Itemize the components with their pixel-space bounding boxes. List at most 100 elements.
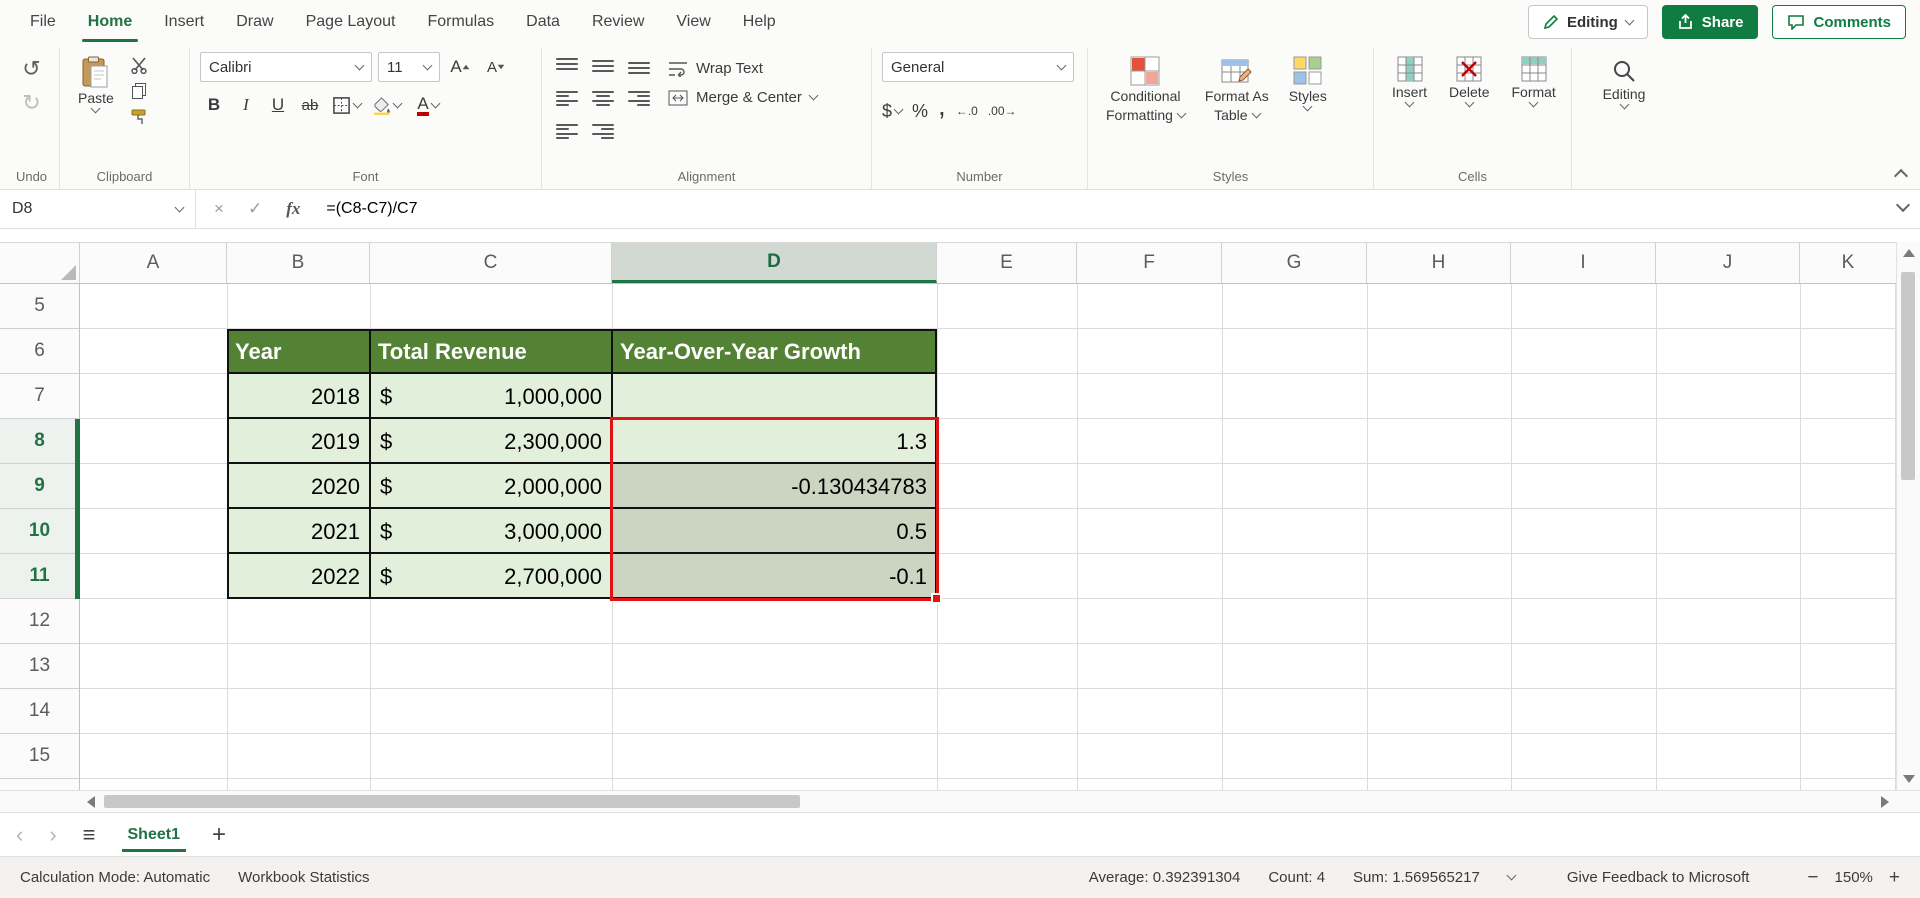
row-header-11[interactable]: 11 bbox=[0, 554, 79, 599]
cell-C8[interactable]: 2,300,000 bbox=[370, 419, 612, 464]
currency-format-button[interactable]: $ bbox=[882, 97, 904, 125]
cell-B6[interactable]: Year bbox=[227, 329, 370, 374]
cut-icon[interactable] bbox=[130, 56, 148, 74]
select-all-button[interactable] bbox=[0, 243, 80, 283]
row-header-13[interactable]: 13 bbox=[0, 644, 79, 689]
formula-input[interactable]: =(C8-C7)/C7 bbox=[326, 200, 417, 218]
wrap-text-button[interactable]: Wrap Text bbox=[668, 60, 817, 77]
insert-cells-button[interactable]: Insert bbox=[1384, 52, 1435, 163]
number-format-combo[interactable]: General bbox=[882, 52, 1074, 82]
bold-button[interactable]: B bbox=[200, 91, 228, 119]
align-top-button[interactable] bbox=[552, 52, 582, 79]
sheet-tab-sheet1[interactable]: Sheet1 bbox=[121, 813, 187, 856]
comments-button[interactable]: Comments bbox=[1772, 5, 1906, 39]
zoom-out-button[interactable]: − bbox=[1807, 867, 1818, 889]
fill-handle[interactable] bbox=[931, 593, 942, 604]
collapse-ribbon-icon[interactable] bbox=[1893, 168, 1909, 184]
decrease-indent-button[interactable] bbox=[552, 118, 582, 145]
cell-styles-button[interactable]: Styles bbox=[1281, 52, 1335, 163]
horizontal-scroll-thumb[interactable] bbox=[104, 795, 800, 808]
tab-page-layout[interactable]: Page Layout bbox=[290, 0, 412, 44]
row-header-14[interactable]: 14 bbox=[0, 689, 79, 734]
cell-C7[interactable]: 1,000,000 bbox=[370, 374, 612, 419]
cell-B8[interactable]: 2019 bbox=[227, 419, 370, 464]
col-header-C[interactable]: C bbox=[370, 243, 612, 283]
comma-format-button[interactable]: , bbox=[938, 92, 946, 130]
col-header-D[interactable]: D bbox=[612, 243, 937, 283]
increase-indent-button[interactable] bbox=[588, 118, 618, 145]
decrease-decimal-button[interactable]: .00→ bbox=[988, 97, 1017, 125]
cell-D6[interactable]: Year-Over-Year Growth bbox=[612, 329, 937, 374]
scroll-left-button[interactable] bbox=[80, 791, 102, 812]
status-options-chevron-icon[interactable] bbox=[1506, 870, 1517, 881]
cell-B9[interactable]: 2020 bbox=[227, 464, 370, 509]
next-sheet-icon[interactable]: › bbox=[49, 822, 56, 848]
format-as-table-button[interactable]: Format As Table bbox=[1197, 52, 1277, 163]
paste-button[interactable]: Paste bbox=[70, 52, 122, 163]
previous-sheet-icon[interactable]: ‹ bbox=[16, 822, 23, 848]
col-header-F[interactable]: F bbox=[1077, 243, 1222, 283]
borders-button[interactable] bbox=[328, 91, 364, 119]
sheet-grid[interactable]: Year Total Revenue Year-Over-Year Growth… bbox=[80, 284, 1896, 790]
percent-format-button[interactable]: % bbox=[912, 97, 928, 125]
row-header-15[interactable]: 15 bbox=[0, 734, 79, 779]
insert-function-icon[interactable]: fx bbox=[286, 199, 300, 219]
cell-C9[interactable]: 2,000,000 bbox=[370, 464, 612, 509]
align-bottom-button[interactable] bbox=[624, 52, 654, 79]
undo-icon[interactable]: ↺ bbox=[14, 52, 49, 86]
col-header-G[interactable]: G bbox=[1222, 243, 1367, 283]
tab-home[interactable]: Home bbox=[72, 0, 148, 44]
workbook-statistics[interactable]: Workbook Statistics bbox=[238, 869, 369, 886]
col-header-A[interactable]: A bbox=[80, 243, 227, 283]
vertical-scrollbar[interactable] bbox=[1896, 242, 1920, 790]
redo-icon[interactable]: ↻ bbox=[14, 86, 49, 120]
format-painter-icon[interactable] bbox=[130, 108, 148, 126]
increase-font-size-button[interactable]: A bbox=[446, 54, 476, 81]
row-header-10[interactable]: 10 bbox=[0, 509, 79, 554]
add-sheet-button[interactable]: + bbox=[212, 821, 226, 849]
cell-B7[interactable]: 2018 bbox=[227, 374, 370, 419]
tab-file[interactable]: File bbox=[14, 0, 72, 44]
align-left-button[interactable] bbox=[552, 85, 582, 112]
scroll-down-button[interactable] bbox=[1897, 768, 1920, 790]
conditional-formatting-button[interactable]: Conditional Formatting bbox=[1098, 52, 1193, 163]
merge-center-button[interactable]: Merge & Center bbox=[668, 89, 819, 106]
font-family-combo[interactable]: Calibri bbox=[200, 52, 372, 82]
font-color-button[interactable]: A bbox=[408, 91, 448, 119]
row-header-9[interactable]: 9 bbox=[0, 464, 79, 509]
underline-button[interactable]: U bbox=[264, 91, 292, 119]
fill-color-button[interactable] bbox=[368, 91, 404, 119]
editing-mode-button[interactable]: Editing bbox=[1527, 5, 1648, 39]
copy-icon[interactable] bbox=[130, 82, 148, 100]
feedback-link[interactable]: Give Feedback to Microsoft bbox=[1567, 869, 1750, 886]
col-header-H[interactable]: H bbox=[1367, 243, 1511, 283]
align-middle-button[interactable] bbox=[588, 52, 618, 79]
font-size-combo[interactable]: 11 bbox=[378, 52, 440, 82]
cell-C6[interactable]: Total Revenue bbox=[370, 329, 612, 374]
zoom-level[interactable]: 150% bbox=[1835, 869, 1873, 886]
italic-button[interactable]: I bbox=[232, 91, 260, 119]
calculation-mode[interactable]: Calculation Mode: Automatic bbox=[20, 869, 210, 886]
tab-help[interactable]: Help bbox=[727, 0, 792, 44]
decrease-font-size-button[interactable]: A bbox=[482, 54, 512, 81]
zoom-in-button[interactable]: + bbox=[1889, 867, 1900, 889]
col-header-E[interactable]: E bbox=[937, 243, 1077, 283]
cell-C10[interactable]: 3,000,000 bbox=[370, 509, 612, 554]
scroll-up-button[interactable] bbox=[1897, 242, 1920, 264]
delete-cells-button[interactable]: Delete bbox=[1441, 52, 1497, 163]
editing-menu-button[interactable]: Editing bbox=[1582, 54, 1666, 112]
tab-insert[interactable]: Insert bbox=[148, 0, 220, 44]
col-header-B[interactable]: B bbox=[227, 243, 370, 283]
enter-icon[interactable]: ✓ bbox=[248, 199, 262, 219]
align-center-button[interactable] bbox=[588, 85, 618, 112]
vertical-scroll-thumb[interactable] bbox=[1901, 272, 1915, 480]
col-header-K[interactable]: K bbox=[1800, 243, 1896, 283]
cancel-icon[interactable]: × bbox=[214, 199, 224, 219]
row-header-5[interactable]: 5 bbox=[0, 284, 79, 329]
tab-formulas[interactable]: Formulas bbox=[411, 0, 510, 44]
row-header-8[interactable]: 8 bbox=[0, 419, 79, 464]
row-header-12[interactable]: 12 bbox=[0, 599, 79, 644]
horizontal-scrollbar[interactable] bbox=[0, 790, 1920, 812]
cell-B11[interactable]: 2022 bbox=[227, 554, 370, 599]
strikethrough-button[interactable]: ab bbox=[296, 91, 324, 119]
